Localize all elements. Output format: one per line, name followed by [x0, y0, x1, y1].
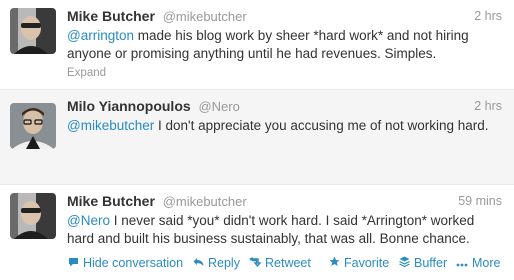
buffer-label: Buffer: [414, 256, 448, 270]
tweet-header: Mike Butcher @mikebutcher 59 mins: [67, 192, 502, 210]
tweet-body: I don't appreciate you accusing me of no…: [154, 118, 489, 133]
reply-button[interactable]: Reply: [192, 256, 240, 270]
retweet-button[interactable]: Retweet: [249, 256, 311, 270]
buffer-stack-icon: [398, 256, 410, 270]
retweet-icon: [249, 257, 262, 270]
tweet-text: @mikebutcher I don't appreciate you accu…: [67, 117, 502, 135]
reply-arrow-icon: [192, 257, 204, 270]
speech-bubble-icon: [67, 257, 79, 270]
more-button[interactable]: More: [456, 256, 500, 270]
tweet-actions: Hide conversation Reply Retweet Favorite…: [67, 256, 502, 274]
tweet-header: Milo Yiannopoulos @Nero 2 hrs: [67, 97, 502, 115]
tweet-text: @arrington made his blog work by sheer *…: [67, 27, 502, 63]
retweet-label: Retweet: [265, 256, 311, 270]
avatar[interactable]: [10, 103, 56, 149]
mention-link[interactable]: @arrington: [67, 28, 134, 43]
timestamp[interactable]: 59 mins: [458, 192, 502, 210]
timestamp[interactable]: 2 hrs: [474, 7, 502, 25]
expand-link[interactable]: Expand: [67, 67, 106, 79]
author-handle[interactable]: @mikebutcher: [163, 9, 247, 24]
author-name[interactable]: Mike Butcher: [67, 8, 155, 24]
tweet-body: I never said *you* didn't work hard. I s…: [67, 213, 475, 246]
author-name[interactable]: Mike Butcher: [67, 193, 155, 209]
author-handle[interactable]: @mikebutcher: [163, 194, 247, 209]
mention-link[interactable]: @mikebutcher: [67, 118, 154, 133]
favorite-button[interactable]: Favorite: [328, 256, 389, 270]
favorite-label: Favorite: [344, 256, 390, 270]
tweet-header: Mike Butcher @mikebutcher 2 hrs: [67, 7, 502, 25]
avatar[interactable]: [10, 193, 56, 239]
timestamp[interactable]: 2 hrs: [474, 97, 502, 115]
reply-label: Reply: [208, 256, 240, 270]
tweet-text: @Nero I never said *you* didn't work har…: [67, 212, 502, 248]
mention-link[interactable]: @Nero: [67, 213, 110, 228]
star-icon: [328, 256, 340, 270]
avatar[interactable]: [10, 8, 56, 54]
tweet-3[interactable]: Mike Butcher @mikebutcher 59 mins @Nero …: [0, 185, 514, 280]
author-name[interactable]: Milo Yiannopoulos: [67, 98, 191, 114]
more-label: More: [472, 256, 501, 270]
tweet-2[interactable]: Milo Yiannopoulos @Nero 2 hrs @mikebutch…: [0, 90, 514, 185]
ellipsis-icon: [456, 258, 468, 270]
author-handle[interactable]: @Nero: [198, 99, 239, 114]
tweet-1[interactable]: Mike Butcher @mikebutcher 2 hrs @arringt…: [0, 0, 514, 90]
hide-conversation-button[interactable]: Hide conversation: [67, 256, 183, 270]
hide-conversation-label: Hide conversation: [83, 256, 184, 270]
buffer-button[interactable]: Buffer: [398, 256, 447, 270]
